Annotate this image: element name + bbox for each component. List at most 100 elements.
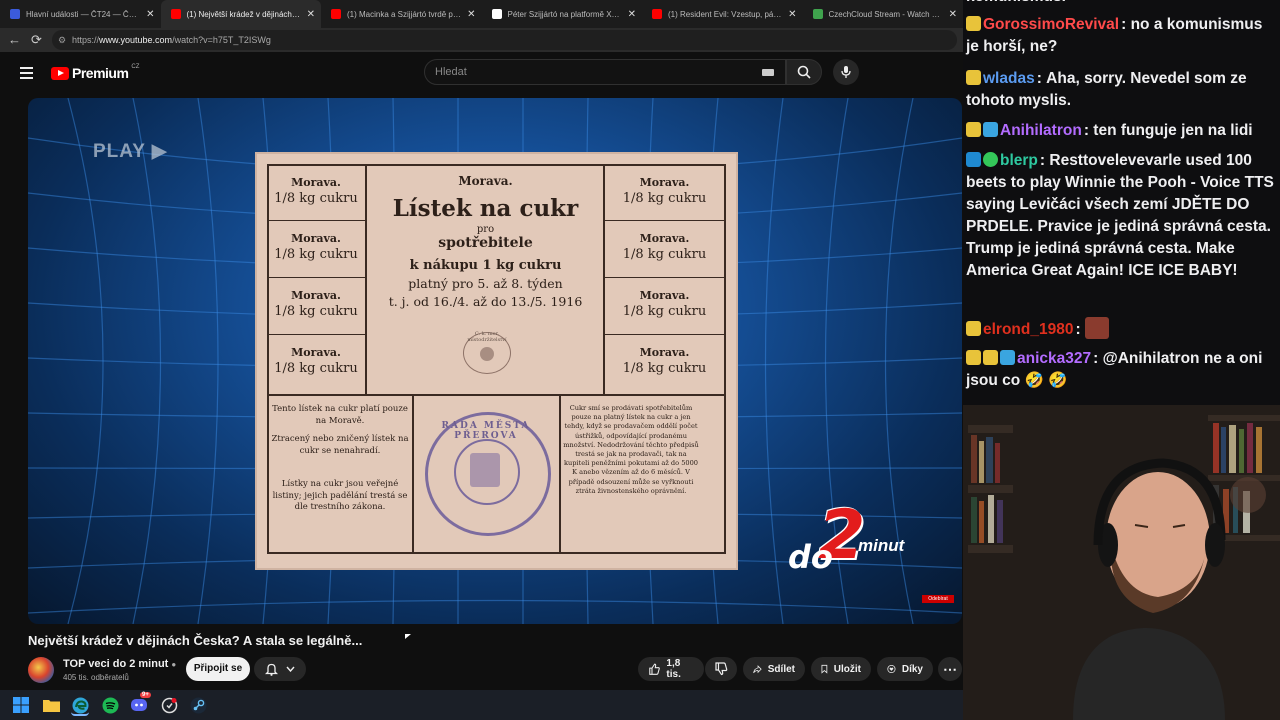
bell-icon xyxy=(265,663,278,676)
browser-tab[interactable]: CzechCloud Stream - Watch Live o ✕ xyxy=(803,0,964,28)
coupon-region: Morava. xyxy=(458,174,513,188)
browser-tab[interactable]: Péter Szijjártó na platformě X: „It h ✕ xyxy=(482,0,643,28)
site-info-icon[interactable]: ⚙ xyxy=(58,30,66,50)
tab-close-icon[interactable]: ✕ xyxy=(307,9,315,20)
chat-text: ten funguje jen na lidi xyxy=(1093,122,1253,139)
browser-tab[interactable]: (1) Největší krádež v dějinách Česk ✕ xyxy=(160,0,321,28)
coupon-left-1: Morava. 1/8 kg cukru xyxy=(274,176,358,206)
channel-name[interactable]: TOP veci do 2 minut ● xyxy=(63,658,176,670)
coupon-spotrebitele: spotřebitele xyxy=(438,235,533,251)
search-placeholder: Hledat xyxy=(435,66,467,78)
coupon-validity: platný pro 5. až 8. týden xyxy=(408,276,563,291)
tab-close-icon[interactable]: ✕ xyxy=(146,9,154,20)
tab-title: CzechCloud Stream - Watch Live o xyxy=(828,9,943,19)
share-icon xyxy=(753,664,762,673)
browser-tab[interactable]: (1) Resident Evil: Vzestup, pád a zn ✕ xyxy=(642,0,803,28)
browser-tab-bar: Hlavní události — ČT24 — Česká ✕ (1) Nejvě… xyxy=(0,0,963,28)
youtube-premium-label: Premium xyxy=(72,65,129,81)
search-button[interactable] xyxy=(786,59,822,85)
chat-truncated-line: komunismus. xyxy=(966,0,1276,8)
chat-username[interactable]: anicka327 xyxy=(1017,350,1091,367)
tab-close-icon[interactable]: ✕ xyxy=(949,9,957,20)
like-count: 1,8 tis. xyxy=(666,658,681,680)
voice-search-button[interactable] xyxy=(833,59,859,85)
tab-close-icon[interactable]: ✕ xyxy=(788,9,796,20)
url-field[interactable]: ⚙ https://www.youtube.com/watch?v=h75T_T… xyxy=(52,30,957,50)
browser-tab[interactable]: Hlavní události — ČT24 — Česká ✕ xyxy=(0,0,161,28)
search-icon xyxy=(797,65,811,79)
address-bar-row: ← ⟳ ⚙ https://www.youtube.com/watch?v=h7… xyxy=(0,28,963,52)
chat-badge-icon xyxy=(983,122,998,137)
stream-chat-panel: komunismus. GorossimoRevival: no a komun… xyxy=(963,0,1280,405)
coupon-main-title: Lístek na cukr xyxy=(392,195,579,222)
coupon-rule-3: Lístky na cukr jsou veřejné listiny; jej… xyxy=(272,479,408,512)
channel-avatar[interactable] xyxy=(28,657,54,683)
spotify-icon[interactable] xyxy=(101,696,119,714)
join-button[interactable]: Připojit se xyxy=(186,657,250,681)
youtube-play-icon xyxy=(51,66,69,80)
discord-icon[interactable]: 9+ xyxy=(130,692,151,714)
video-player[interactable]: PLAY ▶ Morava. 1/8 kg cukru Morava. 1/8 kg… xyxy=(28,98,962,624)
chat-message: anicka327: @Anihilatron ne a oni jsou co… xyxy=(966,350,1263,389)
coupon-left-3: Morava. 1/8 kg cukru xyxy=(274,289,358,319)
search-input[interactable]: Hledat xyxy=(424,59,786,85)
tab-close-icon[interactable]: ✕ xyxy=(628,9,636,20)
play-overlay-text: PLAY ▶ xyxy=(93,141,168,162)
chat-message: GorossimoRevival: no a komunismus je hor… xyxy=(966,16,1263,55)
coupon-sales-rules: Cukr smí se prodávati spotřebitelům pouz… xyxy=(563,404,699,495)
reload-button[interactable]: ⟳ xyxy=(31,32,42,48)
keyboard-icon[interactable] xyxy=(762,69,774,76)
browser-tab[interactable]: (1) Macinka a Szijjártó tvrdě proti ✕ xyxy=(321,0,482,28)
coupon-right-4: Morava. 1/8 kg cukru xyxy=(622,346,707,376)
save-button[interactable]: Uložit xyxy=(811,657,871,681)
tab-favicon-icon xyxy=(652,9,662,19)
chat-emote-icon xyxy=(1084,317,1109,339)
coupon-pro: pro xyxy=(476,224,495,235)
chat-text: Resttovelevevarle used 100 beets to play… xyxy=(966,152,1274,279)
tab-title: Péter Szijjártó na platformě X: „It h xyxy=(507,9,622,19)
mouse-cursor-icon xyxy=(405,634,411,639)
ministry-stamp-icon: C. k. mor. místodržitelství xyxy=(463,331,511,374)
coupon-right-1: Morava. 1/8 kg cukru xyxy=(622,176,707,206)
share-button[interactable]: Sdílet xyxy=(743,657,805,681)
chat-badge-icon xyxy=(966,16,981,31)
notification-bell-button[interactable] xyxy=(254,657,306,681)
app-circle-icon[interactable] xyxy=(160,696,178,714)
file-explorer-icon[interactable] xyxy=(42,696,60,714)
tab-title: (1) Resident Evil: Vzestup, pád a zn xyxy=(668,9,782,19)
coupon-rule-2: Ztracený nebo zničený lístek na cukr se … xyxy=(271,434,409,456)
youtube-header: Premium CZ Hledat xyxy=(0,52,963,92)
region-code: CZ xyxy=(131,64,140,70)
chat-message: Anihilatron: ten funguje jen na lidi xyxy=(966,120,1276,142)
steam-icon[interactable] xyxy=(189,696,207,714)
back-button[interactable]: ← xyxy=(8,32,21,47)
coupon-left-2: Morava. 1/8 kg cukru xyxy=(274,232,358,262)
prerov-city-stamp-icon: RADA MĚSTA PŘEROVA xyxy=(425,412,551,536)
chat-username[interactable]: Anihilatron xyxy=(1000,122,1082,139)
subscribe-watermark[interactable]: Odebírat xyxy=(922,595,954,603)
youtube-logo[interactable]: Premium CZ xyxy=(51,64,140,81)
thanks-button[interactable]: Díky xyxy=(877,657,933,681)
subscriber-count: 405 tis. odběratelů xyxy=(63,673,129,682)
dislike-button[interactable] xyxy=(705,657,737,681)
url-prefix: https:// xyxy=(72,35,100,45)
video-title: Největší krádež v dějinách Česka? A stal… xyxy=(28,633,363,648)
tab-close-icon[interactable]: ✕ xyxy=(467,9,475,20)
chat-username[interactable]: blerp xyxy=(1000,152,1038,169)
menu-icon[interactable] xyxy=(20,67,33,82)
chat-username[interactable]: wladas xyxy=(983,70,1035,87)
like-button[interactable]: 1,8 tis. xyxy=(638,657,704,681)
edge-browser-icon[interactable] xyxy=(71,696,89,716)
tab-favicon-icon xyxy=(10,9,20,19)
chat-message: blerp: Resttovelevevarle used 100 beets … xyxy=(966,152,1274,279)
thanks-heart-icon xyxy=(887,664,896,674)
thumbs-down-icon xyxy=(715,662,728,676)
tab-favicon-icon xyxy=(170,9,181,19)
bookmark-icon xyxy=(821,664,828,674)
coupon-right-2: Morava. 1/8 kg cukru xyxy=(622,232,707,262)
more-actions-button[interactable]: ⋯ xyxy=(938,657,962,681)
chat-message: wladas: Aha, sorry. Nevedel som ze tohot… xyxy=(966,70,1247,109)
chat-username[interactable]: elrond_1980 xyxy=(983,321,1073,338)
chat-username[interactable]: GorossimoRevival xyxy=(983,16,1119,33)
windows-start-icon[interactable] xyxy=(12,696,30,714)
